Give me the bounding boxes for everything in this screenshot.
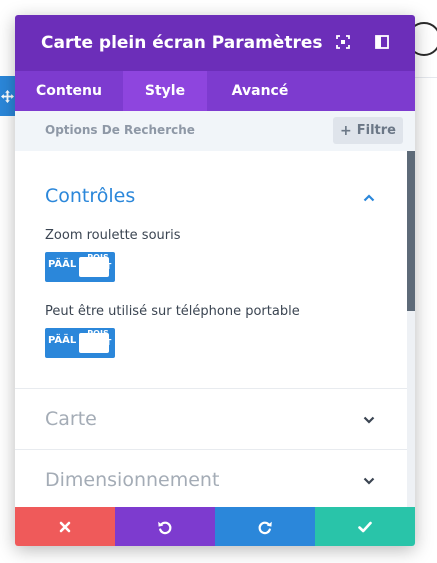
chevron-down-icon[interactable] bbox=[362, 413, 376, 427]
chevron-down-icon[interactable] bbox=[362, 474, 376, 488]
tab-advanced[interactable]: Avancé bbox=[207, 71, 313, 111]
undo-button[interactable] bbox=[115, 507, 215, 546]
sidebar-toggle-icon[interactable] bbox=[373, 33, 391, 51]
plus-icon: + bbox=[340, 122, 352, 139]
section-title-map[interactable]: Carte bbox=[45, 408, 97, 430]
section-title-controls[interactable]: Contrôles bbox=[45, 185, 135, 207]
modal-header: Carte plein écran Paramètres bbox=[15, 15, 415, 71]
section-divider bbox=[15, 388, 407, 389]
search-options-label[interactable]: Options De Recherche bbox=[45, 123, 195, 137]
toggle-knob bbox=[79, 333, 109, 353]
search-options-bar: Options De Recherche + Filtre bbox=[15, 111, 415, 151]
expand-icon[interactable] bbox=[334, 33, 352, 51]
redo-button[interactable] bbox=[215, 507, 315, 546]
scrollbar[interactable] bbox=[407, 151, 415, 507]
filter-button-label: Filtre bbox=[356, 123, 396, 138]
move-icon bbox=[1, 89, 14, 103]
move-handle[interactable] bbox=[0, 76, 15, 116]
tab-content[interactable]: Contenu bbox=[15, 71, 123, 111]
section-title-sizing[interactable]: Dimensionnement bbox=[45, 469, 219, 491]
redo-icon bbox=[258, 521, 272, 534]
undo-icon bbox=[158, 521, 172, 534]
section-divider bbox=[15, 449, 407, 450]
toggle-mouse-zoom[interactable]: PÄÄL POIS PÄÄLT bbox=[45, 252, 115, 282]
cancel-button[interactable] bbox=[15, 507, 115, 546]
tab-bar: Contenu Style Avancé bbox=[15, 71, 415, 111]
chevron-up-icon[interactable] bbox=[362, 191, 376, 205]
close-icon bbox=[59, 521, 71, 532]
field-label-mouse-zoom: Zoom roulette souris bbox=[45, 228, 181, 243]
toggle-on-text: PÄÄL bbox=[48, 259, 77, 270]
settings-content: Contrôles Zoom roulette souris PÄÄL POIS… bbox=[15, 151, 407, 507]
tab-style[interactable]: Style bbox=[123, 71, 207, 111]
settings-modal: Carte plein écran Paramètres Contenu Sty… bbox=[15, 15, 415, 546]
check-icon bbox=[358, 521, 372, 532]
modal-title: Carte plein écran Paramètres bbox=[41, 33, 323, 53]
scrollbar-thumb[interactable] bbox=[407, 151, 415, 311]
toggle-mobile-usable[interactable]: PÄÄL POIS PÄÄLT bbox=[45, 328, 115, 358]
filter-button[interactable]: + Filtre bbox=[333, 117, 403, 144]
toggle-on-text: PÄÄL bbox=[48, 335, 77, 346]
field-label-mobile-usable: Peut être utilisé sur téléphone portable bbox=[45, 304, 300, 319]
save-button[interactable] bbox=[315, 507, 415, 546]
modal-footer bbox=[15, 507, 415, 546]
toggle-knob bbox=[79, 257, 109, 277]
